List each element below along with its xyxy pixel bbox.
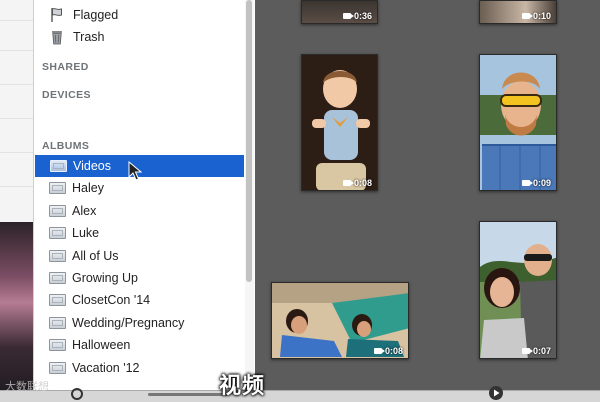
- album-icon: [49, 182, 66, 194]
- baby-photo: [302, 55, 377, 190]
- video-duration: 0:07: [521, 346, 551, 356]
- video-thumbnail[interactable]: 0:08: [271, 282, 409, 359]
- zoom-slider-track[interactable]: [148, 393, 228, 396]
- man-photo: [480, 55, 556, 190]
- couple-photo: [480, 222, 556, 358]
- video-thumbnail[interactable]: 0:10: [479, 0, 557, 24]
- sidebar-item-label: Growing Up: [72, 271, 138, 285]
- video-thumbnail[interactable]: 0:09: [479, 54, 557, 191]
- section-header-devices: DEVICES: [42, 89, 91, 101]
- album-icon: [49, 205, 66, 217]
- sidebar-scrollbar-thumb[interactable]: [246, 0, 252, 282]
- trash-icon: [49, 29, 65, 45]
- sidebar-item-label: Flagged: [73, 8, 119, 22]
- album-icon: [49, 317, 66, 329]
- video-camera-icon: [521, 180, 533, 186]
- video-thumbnail[interactable]: 0:07: [479, 221, 557, 359]
- sidebar-item-vacation-12[interactable]: Vacation '12: [34, 357, 244, 379]
- sidebar-item-luke[interactable]: Luke: [34, 222, 244, 244]
- sidebar-item-label: Trash: [73, 30, 105, 44]
- video-thumbnail[interactable]: 0:36: [301, 0, 378, 24]
- sidebar-item-alex[interactable]: Alex: [34, 200, 244, 222]
- sidebar-item-label: Wedding/Pregnancy: [72, 316, 185, 330]
- sidebar-item-label: All of Us: [72, 249, 119, 263]
- sidebar-item-wedding-pregnancy[interactable]: Wedding/Pregnancy: [34, 312, 244, 334]
- video-camera-icon: [373, 348, 385, 354]
- album-icon: [49, 250, 66, 262]
- album-icon: [49, 294, 66, 306]
- section-header-albums: ALBUMS: [42, 140, 90, 152]
- sidebar: Flagged Trash SHARED DEVICES ALBUMS Vide…: [33, 0, 255, 390]
- album-icon: [49, 272, 66, 284]
- background-image: [0, 222, 34, 401]
- sidebar-item-label: Halloween: [72, 338, 131, 352]
- section-header-shared: SHARED: [42, 61, 89, 73]
- sidebar-item-trash[interactable]: Trash: [34, 26, 244, 48]
- album-icon: [49, 339, 66, 351]
- sidebar-item-closetcon-14[interactable]: ClosetCon '14: [34, 289, 244, 311]
- video-duration: 0:08: [373, 346, 403, 356]
- mouse-cursor-icon: [128, 161, 142, 181]
- video-caption: 视频: [219, 374, 266, 399]
- video-duration: 0:36: [342, 11, 372, 21]
- sidebar-item-label: Videos: [73, 159, 111, 173]
- sidebar-item-all-of-us[interactable]: All of Us: [34, 245, 244, 267]
- sidebar-item-growing-up[interactable]: Growing Up: [34, 267, 244, 289]
- album-icon: [49, 227, 66, 239]
- play-icon[interactable]: [488, 385, 504, 401]
- video-camera-icon: [342, 180, 354, 186]
- video-thumbnail[interactable]: 0:08: [301, 54, 378, 191]
- search-icon[interactable]: [70, 387, 88, 401]
- video-duration: 0:08: [342, 178, 372, 188]
- background-window: [0, 0, 34, 222]
- sidebar-item-label: ClosetCon '14: [72, 293, 151, 307]
- video-duration: 0:09: [521, 178, 551, 188]
- video-camera-icon: [521, 13, 533, 19]
- sidebar-item-flagged[interactable]: Flagged: [34, 4, 244, 26]
- watermark-text: 大数联想: [5, 380, 49, 393]
- sidebar-item-label: Alex: [72, 204, 97, 218]
- sidebar-item-halloween[interactable]: Halloween: [34, 334, 244, 356]
- sidebar-item-label: Luke: [72, 226, 100, 240]
- video-camera-icon: [521, 348, 533, 354]
- flag-icon: [49, 7, 65, 23]
- video-duration: 0:10: [521, 11, 551, 21]
- bottom-toolbar: [0, 386, 600, 402]
- album-icon: [49, 362, 66, 374]
- sidebar-item-label: Haley: [72, 181, 104, 195]
- sidebar-item-label: Vacation '12: [72, 361, 140, 375]
- video-camera-icon: [342, 13, 354, 19]
- album-icon: [50, 160, 67, 172]
